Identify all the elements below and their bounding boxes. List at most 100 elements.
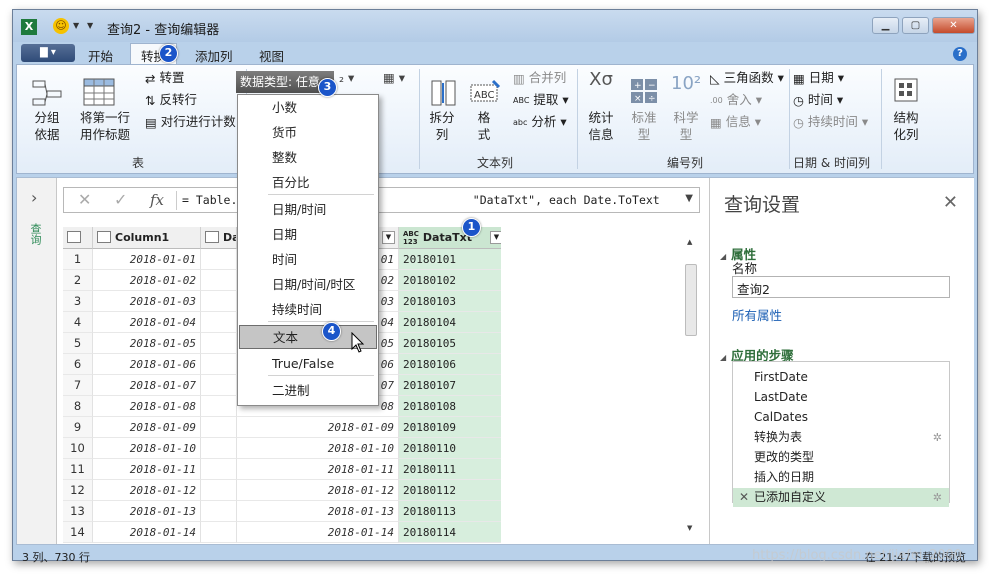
expand-navigator-icon[interactable]: › — [31, 188, 37, 207]
row-number[interactable]: 11 — [63, 459, 93, 480]
column-header-column1[interactable]: Column1 — [93, 227, 201, 249]
table-cell[interactable]: 2018-01-14 — [93, 522, 201, 543]
table-cell[interactable]: 2018-01-11 — [93, 459, 201, 480]
applied-step[interactable]: 插入的日期 — [733, 468, 949, 487]
table-cell[interactable] — [201, 375, 237, 396]
standard-button[interactable]: 标准 型 — [627, 109, 661, 143]
row-number[interactable]: 9 — [63, 417, 93, 438]
table-cell[interactable]: 2018-01-12 — [237, 480, 399, 501]
row-number[interactable]: 14 — [63, 522, 93, 543]
vertical-scrollbar[interactable]: ▲ ▼ — [683, 236, 699, 536]
fx-icon[interactable]: fx — [150, 191, 164, 209]
column-header-datatxt[interactable]: ABC 123 DataTxt ▼ — [399, 227, 501, 249]
applied-step[interactable]: 转换为表 ✲ — [733, 428, 949, 447]
row-number[interactable]: 12 — [63, 480, 93, 501]
smiley-dropdown-icon[interactable]: ▼ — [73, 21, 79, 30]
scientific-button[interactable]: 科学 型 — [669, 109, 703, 143]
table-cell[interactable]: 20180112 — [399, 480, 501, 501]
filter-dropdown-icon[interactable]: ▼ — [490, 231, 501, 244]
column-header-date[interactable]: Da — [201, 227, 237, 249]
query-name-input[interactable]: 查询2 — [732, 276, 950, 298]
split-column-button[interactable]: 拆分 列 — [425, 109, 459, 143]
row-number[interactable]: 2 — [63, 270, 93, 291]
table-cell[interactable]: 20180110 — [399, 438, 501, 459]
menu-item-type[interactable]: 日期 — [239, 223, 377, 247]
group-by-button[interactable]: 分组 依据 — [27, 109, 67, 143]
table-cell[interactable]: 20180107 — [399, 375, 501, 396]
scroll-down-icon[interactable]: ▼ — [687, 524, 692, 532]
table-cell[interactable]: 20180109 — [399, 417, 501, 438]
table-cell[interactable]: 20180114 — [399, 522, 501, 543]
applied-step[interactable]: FirstDate — [733, 368, 949, 387]
merge-columns-button[interactable]: ▥ 合并列 — [513, 69, 566, 87]
table-cell[interactable]: 20180103 — [399, 291, 501, 312]
table-cell[interactable]: 2018-01-10 — [93, 438, 201, 459]
filter-dropdown-icon[interactable]: ▼ — [382, 231, 395, 244]
step-settings-gear-icon[interactable]: ✲ — [933, 428, 942, 447]
row-number[interactable]: 3 — [63, 291, 93, 312]
menu-item-type[interactable]: True/False — [239, 352, 377, 376]
table-cell[interactable]: 2018-01-10 — [237, 438, 399, 459]
expand-formula-icon[interactable]: ▼ — [685, 193, 693, 204]
tab-add-column[interactable]: 添加列 — [195, 46, 233, 65]
table-cell[interactable]: 2018-01-02 — [93, 270, 201, 291]
row-number[interactable]: 10 — [63, 438, 93, 459]
table-cell[interactable]: 20180113 — [399, 501, 501, 522]
menu-item-type[interactable]: 持续时间 — [239, 298, 377, 322]
reverse-rows-button[interactable]: ⇅ 反转行 — [145, 91, 197, 109]
rounding-button[interactable]: .00 舍入 ▾ — [710, 91, 762, 109]
table-cell[interactable]: 2018-01-09 — [93, 417, 201, 438]
menu-item-type[interactable]: 百分比 — [239, 171, 377, 195]
transpose-button[interactable]: ⇄ 转置 — [145, 69, 184, 87]
table-cell[interactable]: 2018-01-08 — [93, 396, 201, 417]
quick-access-customize-icon[interactable]: ▼ — [87, 21, 93, 30]
menu-item-type[interactable]: 时间 — [239, 248, 377, 272]
trigonometry-button[interactable]: ◺ 三角函数 ▾ — [710, 69, 784, 87]
menu-item-type[interactable]: 二进制 — [239, 379, 377, 403]
confirm-formula-icon[interactable]: ✓ — [114, 190, 127, 209]
table-cell[interactable]: 2018-01-09 — [237, 417, 399, 438]
table-cell[interactable]: 2018-01-07 — [93, 375, 201, 396]
menu-item-type[interactable]: 小数 — [239, 96, 377, 120]
menu-item-type[interactable]: 日期/时间 — [239, 198, 377, 222]
smiley-feedback-icon[interactable]: ☺ — [53, 18, 69, 34]
table-cell[interactable] — [201, 396, 237, 417]
table-cell[interactable]: 20180105 — [399, 333, 501, 354]
all-properties-link[interactable]: 所有属性 — [732, 305, 782, 324]
statistics-button[interactable]: 统计 信息 — [583, 109, 619, 143]
row-number[interactable]: 6 — [63, 354, 93, 375]
menu-item-type[interactable]: 日期/时间/时区 — [239, 273, 377, 297]
table-cell[interactable] — [201, 438, 237, 459]
applied-step[interactable]: LastDate — [733, 388, 949, 407]
table-cell[interactable] — [201, 249, 237, 270]
maximize-button[interactable]: ▢ — [902, 17, 929, 34]
table-cell[interactable] — [201, 459, 237, 480]
table-cell[interactable]: 20180106 — [399, 354, 501, 375]
table-cell[interactable] — [201, 354, 237, 375]
table-cell[interactable]: 2018-01-01 — [93, 249, 201, 270]
duration-button[interactable]: ◷ 持续时间 ▾ — [793, 113, 868, 131]
scroll-thumb[interactable] — [685, 264, 697, 336]
tab-view[interactable]: 视图 — [259, 46, 284, 65]
row-number[interactable]: 5 — [63, 333, 93, 354]
table-cell[interactable] — [201, 480, 237, 501]
table-cell[interactable]: 2018-01-13 — [93, 501, 201, 522]
table-cell[interactable]: 2018-01-14 — [237, 522, 399, 543]
table-menu-header[interactable] — [63, 227, 93, 249]
applied-step[interactable]: 更改的类型 — [733, 448, 949, 467]
count-rows-button[interactable]: ▤ 对行进行计数 — [145, 113, 236, 131]
table-cell[interactable] — [201, 291, 237, 312]
cancel-formula-icon[interactable]: ✕ — [78, 190, 91, 209]
table-cell[interactable] — [201, 417, 237, 438]
table-cell[interactable] — [201, 522, 237, 543]
table-cell[interactable]: 2018-01-11 — [237, 459, 399, 480]
table-cell[interactable]: 2018-01-04 — [93, 312, 201, 333]
information-button[interactable]: ▦ 信息 ▾ — [710, 113, 761, 131]
help-icon[interactable]: ? — [953, 47, 967, 61]
minimize-button[interactable]: ▁ — [872, 17, 899, 34]
detect-type-icon[interactable]: ₂ ▾ — [339, 69, 354, 86]
menu-item-type[interactable]: 货币 — [239, 121, 377, 145]
table-cell[interactable]: 2018-01-06 — [93, 354, 201, 375]
step-settings-gear-icon[interactable]: ✲ — [933, 488, 942, 507]
time-button[interactable]: ◷ 时间 ▾ — [793, 91, 843, 109]
